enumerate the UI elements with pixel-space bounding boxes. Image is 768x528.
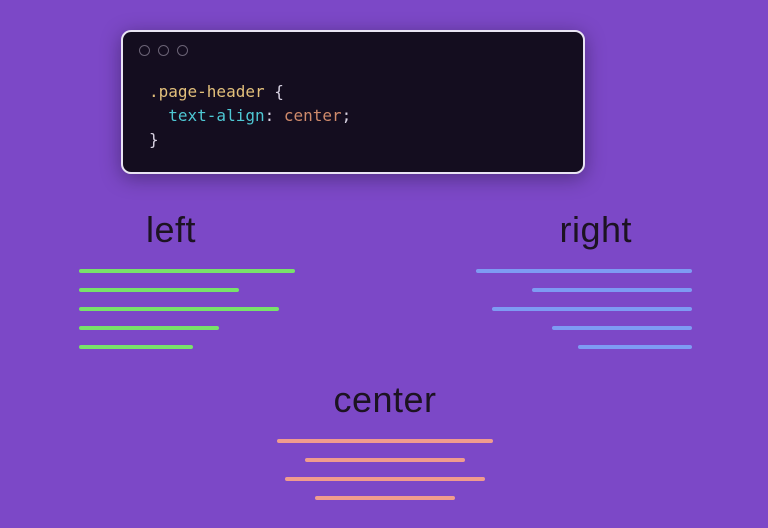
text-line-bar [277,439,493,443]
traffic-light-icon [158,45,169,56]
css-open-brace: { [265,82,284,101]
css-colon: : [265,106,284,125]
alignment-demo-right: right [476,209,692,349]
css-property: text-align [168,106,264,125]
css-close-brace: } [149,130,159,149]
css-selector: .page-header [149,82,265,101]
text-line-bar [315,496,455,500]
text-line-bar [79,288,239,292]
alignment-bars-left [79,269,295,349]
text-line-bar [578,345,692,349]
traffic-light-icon [139,45,150,56]
text-line-bar [79,307,279,311]
css-value: center [284,106,342,125]
text-line-bar [532,288,692,292]
text-line-bar [79,345,193,349]
text-line-bar [552,326,692,330]
text-line-bar [305,458,465,462]
alignment-label-left: left [146,209,295,251]
alignment-bars-center [273,439,497,500]
code-window: .page-header { text-align: center; } [121,30,585,174]
alignment-label-right: right [476,209,632,251]
alignment-demo-left: left [79,209,295,349]
traffic-light-icon [177,45,188,56]
window-traffic-lights [139,45,188,56]
alignment-bars-right [476,269,692,349]
css-semicolon: ; [342,106,352,125]
alignment-demo-center: center [273,379,497,500]
text-line-bar [285,477,485,481]
text-line-bar [492,307,692,311]
text-line-bar [79,269,295,273]
text-line-bar [79,326,219,330]
alignment-label-center: center [273,379,497,421]
text-line-bar [476,269,692,273]
code-snippet: .page-header { text-align: center; } [149,80,351,152]
